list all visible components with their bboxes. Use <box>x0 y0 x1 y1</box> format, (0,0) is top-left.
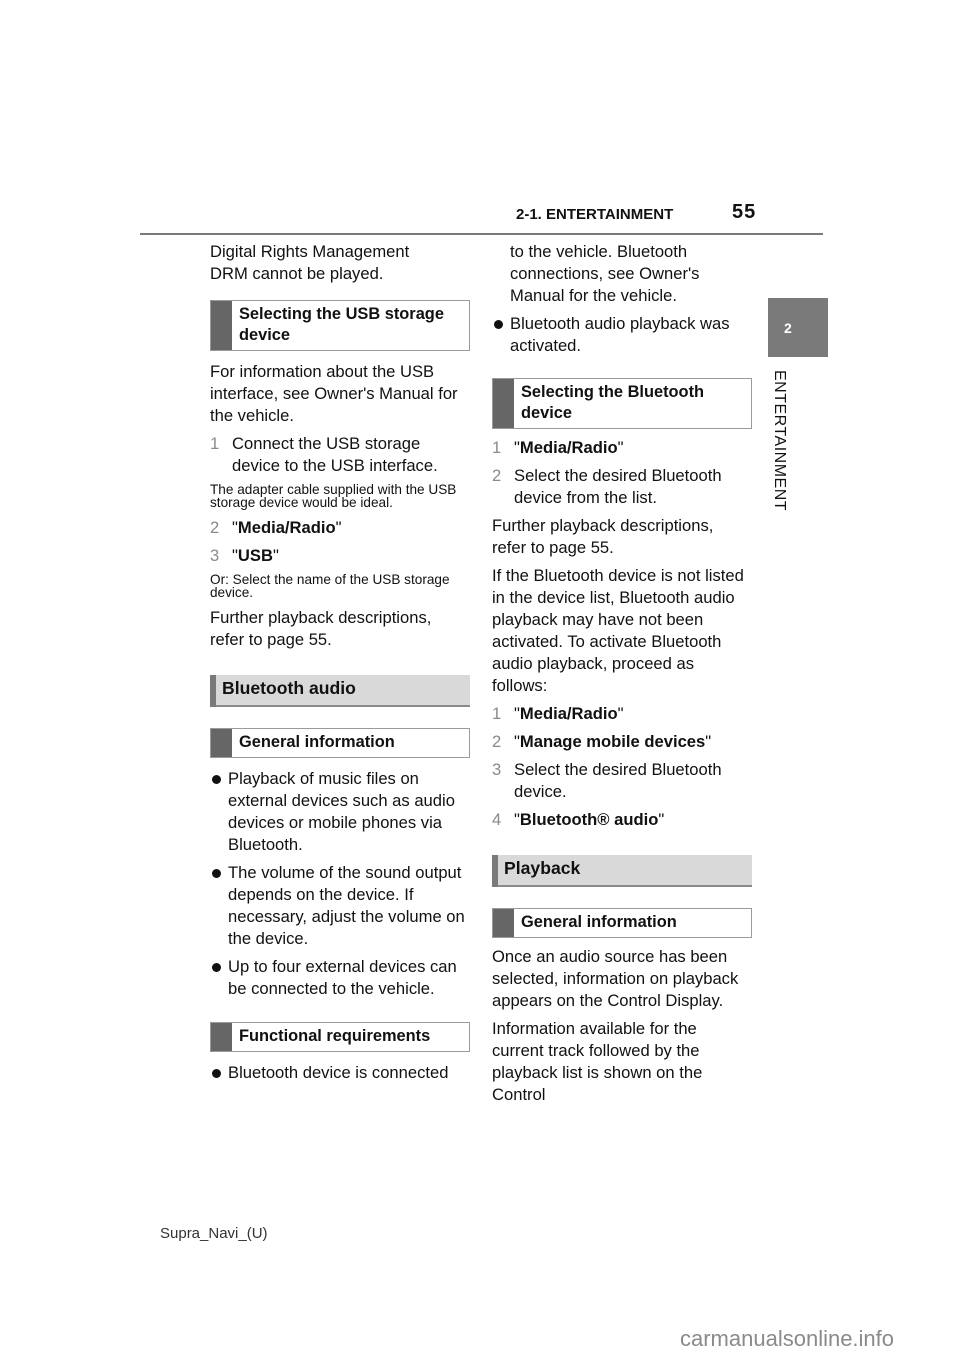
step-text: Select the desired Bluetooth device from… <box>514 466 722 507</box>
drm-paragraph: Digital Rights Management DRM cannot be … <box>210 242 410 283</box>
menu-item-label: Manage mobile devices <box>519 732 706 751</box>
usb-name-note: Or: Select the name of the USB storage d… <box>210 572 450 600</box>
step-text: Connect the USB storage device to the US… <box>232 434 438 475</box>
menu-item-label: Media/Radio <box>519 438 618 457</box>
step-number: 1 <box>492 704 502 723</box>
bullet-icon <box>210 768 228 856</box>
step-number: 2 <box>492 732 502 751</box>
heading-playback: Playback <box>492 855 752 887</box>
bullet-item: Bluetooth audio playback was activated. <box>492 313 752 357</box>
heading-selecting-usb: Selecting the USB storage device <box>210 300 470 351</box>
bullet-item: Bluetooth device is connected <box>210 1062 470 1084</box>
heading-playback-general-information: General information <box>492 908 752 938</box>
step-text: "Bluetooth® audio" <box>514 810 665 829</box>
bt-activate-step-3: 3 Select the desired Bluetooth device. <box>492 759 752 803</box>
step-number: 1 <box>210 434 220 453</box>
menu-item-label: USB <box>237 546 273 565</box>
step-text: "Manage mobile devices" <box>514 732 712 751</box>
step-text: Select the desired Bluetooth device. <box>514 760 722 801</box>
bt-activate-step-4: 4 "Bluetooth® audio" <box>492 809 752 831</box>
bullet-item: The volume of the sound output depends o… <box>210 862 470 950</box>
step-number: 1 <box>492 438 502 457</box>
bt-activate-step-1: 1 "Media/Radio" <box>492 703 752 725</box>
bt-activate-step-2: 2 "Manage mobile devices" <box>492 731 752 753</box>
step-text: "Media/Radio" <box>232 518 342 537</box>
bullet-item-continued: to the vehicle. Bluetooth connections, s… <box>510 242 700 305</box>
bullet-icon <box>210 862 228 950</box>
usb-step-3: 3 "USB" <box>210 545 470 567</box>
menu-item-label: Media/Radio <box>519 704 618 723</box>
menu-item-label: Media/Radio <box>237 518 336 537</box>
left-column: Digital Rights Management DRM cannot be … <box>210 241 470 1090</box>
step-text: "Media/Radio" <box>514 438 624 457</box>
chapter-label: ENTERTAINMENT <box>771 370 788 512</box>
bt-select-step-1: 1 "Media/Radio" <box>492 437 752 459</box>
step-number: 2 <box>492 466 502 485</box>
header-divider <box>140 233 823 235</box>
bullet-icon <box>210 956 228 1000</box>
section-title: 2-1. ENTERTAINMENT <box>516 206 674 223</box>
right-column: to the vehicle. Bluetooth connections, s… <box>492 241 752 1112</box>
not-listed-paragraph: If the Bluetooth device is not listed in… <box>492 566 744 695</box>
heading-selecting-bluetooth: Selecting the Bluetooth device <box>492 378 752 429</box>
heading-functional-requirements: Functional requirements <box>210 1022 470 1052</box>
further-descriptions-usb: Further playback descriptions, refer to … <box>210 608 432 649</box>
bullet-item: Up to four external devices can be conne… <box>210 956 470 1000</box>
step-number: 3 <box>210 546 220 565</box>
menu-item-label: Bluetooth® audio <box>519 810 659 829</box>
playback-paragraph-2: Information available for the current tr… <box>492 1019 703 1104</box>
usb-step-2: 2 "Media/Radio" <box>210 517 470 539</box>
bullet-icon <box>210 1062 228 1084</box>
further-descriptions-bt: Further playback descriptions, refer to … <box>492 516 714 557</box>
bt-select-step-2: 2 Select the desired Bluetooth device fr… <box>492 465 752 509</box>
usb-step-1: 1 Connect the USB storage device to the … <box>210 433 470 477</box>
chapter-number: 2 <box>784 320 792 336</box>
usb-interface-paragraph: For information about the USB interface,… <box>210 362 458 425</box>
step-number: 4 <box>492 810 502 829</box>
playback-paragraph-1: Once an audio source has been selected, … <box>492 947 739 1010</box>
bullet-item: Playback of music files on external devi… <box>210 768 470 856</box>
step-text: "Media/Radio" <box>514 704 624 723</box>
step-number: 3 <box>492 760 502 779</box>
heading-bluetooth-audio: Bluetooth audio <box>210 675 470 707</box>
chapter-tab: 2 <box>768 298 828 357</box>
document-id: Supra_Navi_(U) <box>160 1225 268 1242</box>
step-number: 2 <box>210 518 220 537</box>
bullet-icon <box>492 313 510 357</box>
watermark-link[interactable]: carmanualsonline.info <box>680 1326 894 1352</box>
page-number: 55 <box>732 201 757 223</box>
adapter-note: The adapter cable supplied with the USB … <box>210 482 457 510</box>
step-text: "USB" <box>232 546 279 565</box>
heading-general-information: General information <box>210 728 470 758</box>
